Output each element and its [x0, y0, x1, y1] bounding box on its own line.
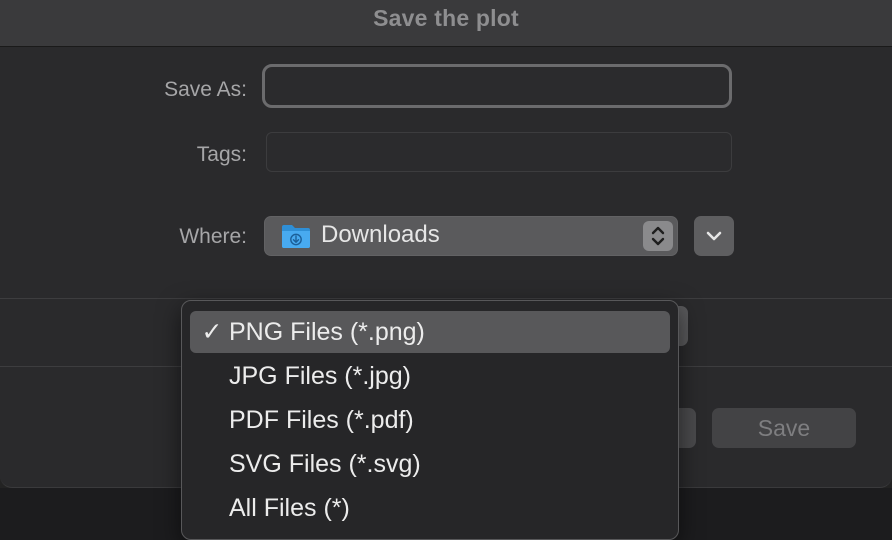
- save-as-label: Save As:: [164, 78, 247, 101]
- menu-item-label: JPG Files (*.jpg): [229, 362, 411, 390]
- chevron-down-icon: [694, 231, 734, 260]
- downloads-folder-icon: [281, 223, 311, 249]
- menu-item-label: PDF Files (*.pdf): [229, 406, 414, 434]
- menu-item-png[interactable]: ✓ PNG Files (*.png): [190, 311, 670, 353]
- expand-dialog-button[interactable]: [694, 216, 734, 256]
- menu-item-pdf[interactable]: PDF Files (*.pdf): [190, 399, 670, 441]
- file-format-menu: ✓ PNG Files (*.png) JPG Files (*.jpg) PD…: [181, 300, 679, 540]
- checkmark-icon: ✓: [201, 318, 223, 346]
- menu-item-label: PNG Files (*.png): [229, 318, 425, 346]
- where-value: Downloads: [321, 221, 440, 248]
- where-label: Where:: [179, 225, 247, 248]
- tags-input[interactable]: [266, 132, 732, 172]
- title-bar: Save the plot: [0, 0, 892, 47]
- section-divider: [0, 298, 892, 299]
- save-button[interactable]: Save: [712, 408, 856, 448]
- save-as-input[interactable]: [262, 64, 732, 108]
- menu-item-jpg[interactable]: JPG Files (*.jpg): [190, 355, 670, 397]
- menu-item-svg[interactable]: SVG Files (*.svg): [190, 443, 670, 485]
- dialog-title: Save the plot: [373, 5, 519, 31]
- menu-item-label: SVG Files (*.svg): [229, 450, 421, 478]
- tags-label: Tags:: [196, 143, 247, 166]
- menu-item-label: All Files (*): [229, 494, 350, 522]
- save-dialog-window: Save the plot Save As: Tags: Where: Down…: [0, 0, 892, 540]
- menu-item-all-files[interactable]: All Files (*): [190, 487, 670, 529]
- where-location-popup[interactable]: Downloads: [264, 216, 678, 256]
- up-down-chevrons-icon: [643, 221, 673, 251]
